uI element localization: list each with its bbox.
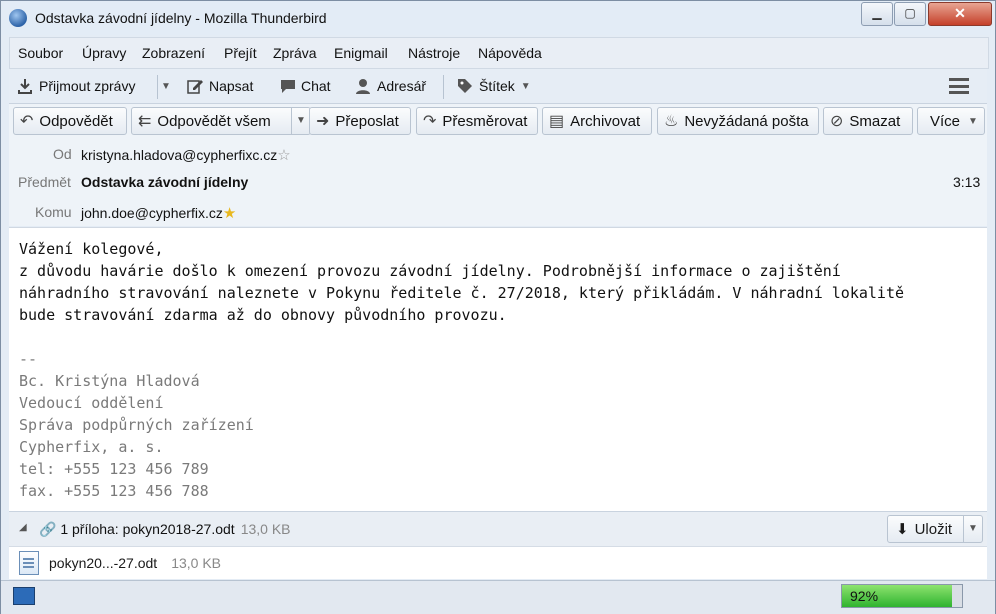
archive-button[interactable]: ▤ Archivovat bbox=[542, 107, 652, 135]
paperclip-icon: 🔗 bbox=[39, 521, 57, 537]
menu-soubor[interactable]: Soubor bbox=[18, 45, 63, 61]
attachment-summary[interactable]: 🔗 1 příloha: pokyn2018-27.odt 13,0 KB bbox=[39, 521, 291, 538]
from-email[interactable]: kristyna.hladova@cypherfixc.cz bbox=[81, 147, 277, 163]
message-header: ↶ Odpovědět ⇇ Odpovědět všem ▼ ➜ Přeposl… bbox=[9, 104, 987, 226]
junk-button[interactable]: ♨ Nevyžádaná pošta bbox=[657, 107, 819, 135]
status-bar: 92% bbox=[1, 580, 995, 614]
attachment-list: pokyn20...-27.odt 13,0 KB bbox=[9, 546, 987, 579]
write-button[interactable]: Napsat bbox=[187, 73, 253, 99]
to-email[interactable]: john.doe@cypherfix.cz bbox=[81, 205, 223, 221]
get-mail-label: Přijmout zprávy bbox=[39, 78, 136, 94]
to-address[interactable]: john.doe@cypherfix.cz★ bbox=[81, 204, 236, 222]
thunderbird-icon bbox=[9, 9, 27, 27]
chat-button[interactable]: Chat bbox=[279, 73, 331, 99]
document-icon bbox=[19, 551, 39, 575]
menu-napoveda[interactable]: Nápověda bbox=[478, 45, 542, 61]
archive-label: Archivovat bbox=[570, 112, 641, 130]
toolbar-divider bbox=[443, 75, 444, 99]
address-book-label: Adresář bbox=[377, 78, 427, 94]
write-label: Napsat bbox=[209, 78, 254, 94]
download-arrow-icon: ⬇ bbox=[896, 521, 909, 538]
reply-label: Odpovědět bbox=[39, 112, 113, 130]
more-button[interactable]: Více ▼ bbox=[917, 107, 985, 135]
progress-text: 92% bbox=[850, 588, 879, 604]
main-toolbar: Přijmout zprávy ▼ Napsat Chat Adresář Št… bbox=[9, 69, 987, 104]
reply-button[interactable]: ↶ Odpovědět bbox=[13, 107, 127, 135]
message-body: Vážení kolegové, z důvodu havárie došlo … bbox=[9, 227, 987, 511]
redirect-button[interactable]: ↷ Přesměrovat bbox=[416, 107, 538, 135]
from-address[interactable]: kristyna.hladova@cypherfixc.cz☆ bbox=[81, 146, 291, 164]
forward-arrow-icon: ➜ bbox=[316, 113, 330, 130]
minimize-button[interactable]: ▁ bbox=[861, 2, 893, 26]
chevron-down-icon: ▼ bbox=[968, 115, 978, 127]
archive-box-icon: ▤ bbox=[549, 113, 565, 130]
window-title: Odstavka závodní jídelny - Mozilla Thund… bbox=[35, 10, 327, 26]
collapse-triangle-icon[interactable]: ◢ bbox=[19, 522, 27, 533]
delete-label: Smazat bbox=[849, 112, 901, 130]
thunderbird-window: Odstavka závodní jídelny - Mozilla Thund… bbox=[0, 0, 996, 614]
attachment-summary-text: 1 příloha: pokyn2018-27.odt bbox=[60, 521, 235, 537]
attachment-filesize: 13,0 KB bbox=[171, 555, 222, 571]
message-time: 3:13 bbox=[953, 174, 981, 190]
toolbar-divider bbox=[157, 75, 158, 99]
chevron-down-icon: ▼ bbox=[520, 80, 531, 92]
delete-button[interactable]: ⊘ Smazat bbox=[823, 107, 913, 135]
menu-prejit[interactable]: Přejít bbox=[224, 45, 257, 61]
attachment-filename: pokyn20...-27.odt bbox=[49, 555, 158, 571]
tag-icon bbox=[457, 78, 473, 94]
title-bar: Odstavka závodní jídelny - Mozilla Thund… bbox=[1, 1, 995, 35]
star-filled-icon[interactable]: ★ bbox=[223, 205, 236, 222]
forward-button[interactable]: ➜ Přeposlat bbox=[309, 107, 411, 135]
menu-enigmail[interactable]: Enigmail bbox=[334, 45, 388, 61]
pencil-icon bbox=[187, 78, 203, 94]
attachment-summary-size: 13,0 KB bbox=[240, 521, 291, 537]
chat-label: Chat bbox=[301, 78, 331, 94]
download-icon bbox=[17, 78, 33, 94]
get-mail-button[interactable]: Přijmout zprávy bbox=[17, 73, 135, 99]
chevron-down-icon[interactable]: ▼ bbox=[291, 108, 310, 134]
reply-icon: ↶ bbox=[20, 113, 34, 130]
subject-value: Odstavka závodní jídelny bbox=[81, 174, 249, 190]
fire-icon: ♨ bbox=[664, 113, 679, 130]
save-attachment-button[interactable]: ⬇ Uložit ▼ bbox=[887, 515, 983, 543]
attachment-item[interactable]: pokyn20...-27.odt 13,0 KB bbox=[19, 551, 221, 575]
to-label: Komu bbox=[35, 204, 72, 220]
junk-label: Nevyžádaná pošta bbox=[684, 112, 809, 130]
attachment-bar: ◢ 🔗 1 příloha: pokyn2018-27.odt 13,0 KB ⬇… bbox=[9, 511, 987, 546]
chat-bubble-icon bbox=[279, 78, 295, 94]
menu-zobrazeni[interactable]: Zobrazení bbox=[142, 45, 205, 61]
more-label: Více bbox=[930, 112, 961, 130]
app-menu-icon[interactable] bbox=[949, 78, 969, 94]
contact-icon bbox=[355, 78, 371, 94]
tag-label: Štítek bbox=[479, 78, 515, 94]
chevron-down-icon[interactable]: ▼ bbox=[963, 516, 982, 542]
progress-bar: 92% bbox=[841, 584, 963, 608]
save-label: Uložit bbox=[914, 520, 953, 538]
reply-all-button[interactable]: ⇇ Odpovědět všem ▼ bbox=[131, 107, 311, 135]
menu-nastroje[interactable]: Nástroje bbox=[408, 45, 460, 61]
network-status-icon[interactable] bbox=[13, 587, 35, 605]
reply-all-icon: ⇇ bbox=[138, 113, 152, 130]
delete-icon: ⊘ bbox=[830, 113, 844, 130]
menu-bar: Soubor Úpravy Zobrazení Přejít Zpráva En… bbox=[9, 37, 989, 69]
message-text: Vážení kolegové, z důvodu havárie došlo … bbox=[19, 240, 905, 324]
menu-upravy[interactable]: Úpravy bbox=[82, 45, 126, 61]
get-mail-dropdown-icon[interactable]: ▼ bbox=[161, 73, 171, 99]
close-button[interactable]: ✕ bbox=[928, 2, 992, 26]
forward-label: Přeposlat bbox=[335, 112, 399, 130]
reply-all-label: Odpovědět všem bbox=[157, 112, 271, 130]
tag-button[interactable]: Štítek ▼ bbox=[457, 73, 531, 99]
menu-zprava[interactable]: Zpráva bbox=[273, 45, 317, 61]
from-label: Od bbox=[53, 146, 72, 162]
address-book-button[interactable]: Adresář bbox=[355, 73, 426, 99]
redirect-icon: ↷ bbox=[423, 113, 437, 130]
subject-label: Předmět bbox=[18, 174, 71, 190]
redirect-label: Přesměrovat bbox=[442, 112, 528, 130]
star-icon[interactable]: ☆ bbox=[277, 147, 290, 164]
signature-text: -- Bc. Kristýna Hladová Vedoucí oddělení… bbox=[19, 350, 254, 500]
maximize-button[interactable]: ▢ bbox=[894, 2, 926, 26]
